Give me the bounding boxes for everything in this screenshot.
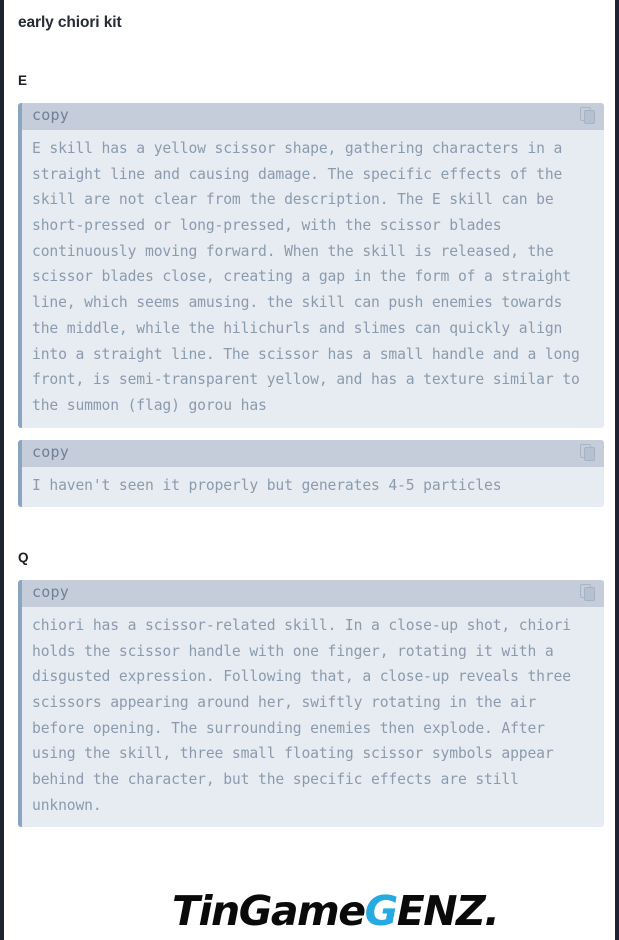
- copy-icon[interactable]: [580, 444, 595, 462]
- code-block-text: chiori has a scissor-related skill. In a…: [32, 616, 580, 814]
- code-block-text: I haven't seen it properly but generates…: [32, 476, 502, 494]
- copy-icon-front-sheet: [584, 110, 595, 125]
- copy-button-label[interactable]: copy: [32, 585, 69, 600]
- code-block-header[interactable]: copy: [22, 102, 604, 130]
- page-frame: early chiori kit E copy E skill has a ye…: [0, 0, 619, 940]
- watermark: TinGameGENZ.: [172, 890, 501, 932]
- copy-button-label[interactable]: copy: [32, 445, 69, 460]
- watermark-part-2: G: [364, 887, 399, 935]
- watermark-part-3: ENZ.: [396, 887, 500, 935]
- watermark-part-1: TinGame: [172, 887, 367, 935]
- copy-icon-front-sheet: [584, 447, 595, 462]
- section-label-e: E: [18, 73, 28, 89]
- page-content: early chiori kit E copy E skill has a ye…: [4, 0, 615, 828]
- code-block-e-2: copy I haven't seen it properly but gene…: [18, 439, 604, 508]
- copy-button-label[interactable]: copy: [32, 108, 69, 123]
- copy-icon-front-sheet: [584, 587, 595, 602]
- code-block-q-1: copy chiori has a scissor-related skill.…: [18, 579, 604, 828]
- page-title: early chiori kit: [18, 14, 122, 31]
- section-label-q: Q: [18, 550, 29, 566]
- copy-icon[interactable]: [580, 584, 595, 602]
- code-block-header[interactable]: copy: [22, 439, 604, 467]
- code-block-text: E skill has a yellow scissor shape, gath…: [32, 139, 589, 414]
- code-block-e-1: copy E skill has a yellow scissor shape,…: [18, 102, 604, 428]
- copy-icon[interactable]: [580, 107, 595, 125]
- code-block-header[interactable]: copy: [22, 579, 604, 607]
